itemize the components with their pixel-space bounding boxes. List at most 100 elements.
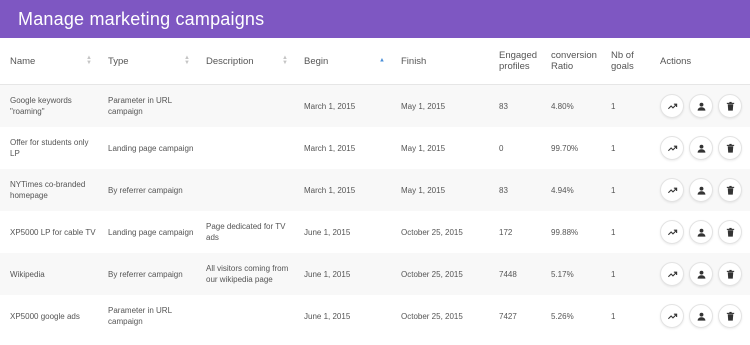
cell-conversion: 99.88% [551, 227, 579, 237]
cell-finish: May 1, 2015 [401, 143, 446, 153]
column-header-label: Ratio [551, 61, 574, 72]
person-icon [697, 228, 705, 237]
sort-icon[interactable]: ▲ ▼ [184, 55, 190, 66]
cell-begin: March 1, 2015 [304, 185, 356, 195]
cell-actions [650, 85, 750, 128]
delete-button[interactable] [718, 136, 742, 160]
user-button[interactable] [689, 178, 713, 202]
campaigns-table: Name ▲ ▼ Type ▲ ▼ Description ▲ ▼ Begin ▲ F… [0, 38, 750, 337]
cell-finish: October 25, 2015 [401, 269, 463, 279]
cell-actions [650, 127, 750, 169]
cell-description [196, 127, 294, 169]
cell-actions [650, 253, 750, 295]
stats-button[interactable] [660, 304, 684, 328]
column-header-goals[interactable]: Nb of goals [601, 38, 650, 85]
column-header-label: Nb of [611, 50, 634, 61]
user-button[interactable] [689, 220, 713, 244]
trash-icon [726, 143, 734, 153]
column-header-actions: Actions [650, 38, 750, 85]
cell-engaged: 7427 [499, 311, 517, 321]
page-header: Manage marketing campaigns [0, 0, 750, 38]
sort-icon[interactable]: ▲ ▼ [86, 55, 92, 66]
trending-up-icon [667, 313, 677, 319]
table-row: Wikipedia By referrer campaign All visit… [0, 253, 750, 295]
cell-begin: June 1, 2015 [304, 227, 351, 237]
column-header-label: conversion [551, 50, 597, 61]
table-header-row: Name ▲ ▼ Type ▲ ▼ Description ▲ ▼ Begin ▲ F… [0, 38, 750, 85]
cell-finish: October 25, 2015 [401, 311, 463, 321]
cell-name: XP5000 LP for cable TV [10, 227, 96, 237]
stats-button[interactable] [660, 178, 684, 202]
cell-name: Offer for students only LP [10, 138, 89, 158]
person-icon [697, 270, 705, 279]
column-header-label: profiles [499, 61, 530, 72]
cell-conversion: 99.70% [551, 143, 579, 153]
cell-begin: March 1, 2015 [304, 101, 356, 111]
trending-up-icon [667, 103, 677, 109]
user-button[interactable] [689, 136, 713, 160]
column-header-description[interactable]: Description ▲ ▼ [196, 38, 294, 85]
cell-type: Parameter in URL campaign [108, 96, 172, 116]
cell-goals: 1 [611, 269, 616, 279]
delete-button[interactable] [718, 262, 742, 286]
cell-goals: 1 [611, 311, 616, 321]
column-header-engaged[interactable]: Engaged profiles [489, 38, 541, 85]
cell-conversion: 4.80% [551, 101, 574, 111]
column-header-label: Finish [401, 55, 427, 67]
user-button[interactable] [689, 304, 713, 328]
column-header-label: Begin [304, 55, 329, 67]
cell-type: By referrer campaign [108, 269, 183, 279]
user-button[interactable] [689, 94, 713, 118]
cell-description: Page dedicated for TV ads [206, 222, 286, 242]
column-header-label: goals [611, 61, 634, 72]
trash-icon [726, 269, 734, 279]
trending-up-icon [667, 187, 677, 193]
cell-type: Landing page campaign [108, 227, 194, 237]
table-row: Offer for students only LP Landing page … [0, 127, 750, 169]
cell-engaged: 83 [499, 101, 508, 111]
column-header-type[interactable]: Type ▲ ▼ [98, 38, 196, 85]
cell-type: Parameter in URL campaign [108, 306, 172, 326]
stats-button[interactable] [660, 220, 684, 244]
delete-button[interactable] [718, 220, 742, 244]
cell-goals: 1 [611, 101, 616, 111]
user-button[interactable] [689, 262, 713, 286]
cell-description [196, 295, 294, 337]
page-title: Manage marketing campaigns [18, 8, 265, 29]
column-header-finish[interactable]: Finish [391, 38, 489, 85]
trash-icon [726, 227, 734, 237]
cell-actions [650, 211, 750, 253]
cell-goals: 1 [611, 227, 616, 237]
cell-name: XP5000 google ads [10, 311, 80, 321]
person-icon [697, 312, 705, 321]
sort-icon[interactable]: ▲ ▼ [282, 55, 288, 66]
cell-name: Google keywords "roaming" [10, 96, 72, 116]
column-header-label: Type [108, 55, 129, 67]
stats-button[interactable] [660, 136, 684, 160]
cell-type: Landing page campaign [108, 143, 194, 153]
trending-up-icon [667, 271, 677, 277]
person-icon [697, 186, 705, 195]
column-header-begin[interactable]: Begin ▲ [294, 38, 391, 85]
cell-finish: May 1, 2015 [401, 185, 446, 195]
cell-finish: October 25, 2015 [401, 227, 463, 237]
column-header-label: Engaged [499, 50, 538, 61]
table-row: Google keywords "roaming" Parameter in U… [0, 84, 750, 128]
person-icon [697, 144, 705, 153]
cell-engaged: 0 [499, 143, 504, 153]
table-row: NYTimes co-branded homepage By referrer … [0, 169, 750, 211]
delete-button[interactable] [718, 94, 742, 118]
cell-name: NYTimes co-branded homepage [10, 180, 86, 200]
stats-button[interactable] [660, 262, 684, 286]
column-header-label: Actions [660, 55, 692, 67]
cell-name: Wikipedia [10, 269, 45, 279]
sort-ascending-icon[interactable]: ▲ [379, 58, 385, 64]
cell-finish: May 1, 2015 [401, 101, 446, 111]
delete-button[interactable] [718, 178, 742, 202]
stats-button[interactable] [660, 94, 684, 118]
delete-button[interactable] [718, 304, 742, 328]
column-header-conversion[interactable]: conversion Ratio [541, 38, 601, 85]
trash-icon [726, 101, 734, 111]
column-header-label: Description [206, 55, 254, 67]
column-header-name[interactable]: Name ▲ ▼ [0, 38, 98, 85]
